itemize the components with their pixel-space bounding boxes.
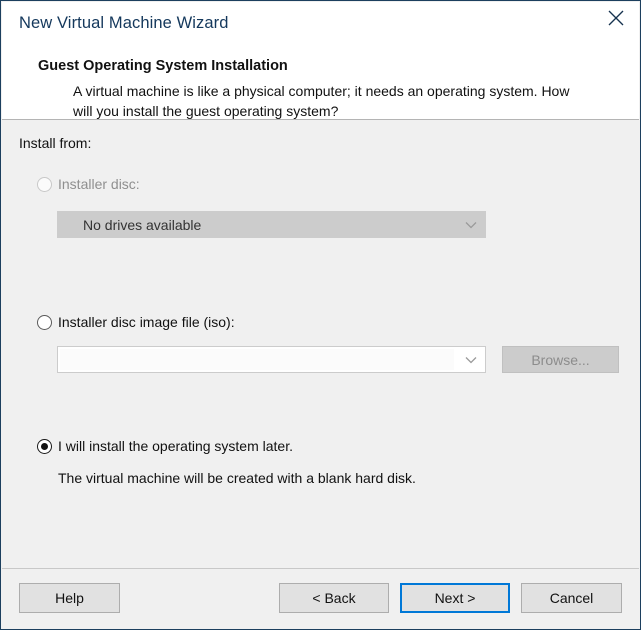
radio-label-install-later: I will install the operating system late… — [58, 438, 293, 454]
close-icon[interactable] — [593, 2, 639, 34]
radio-mark-install-later — [37, 438, 52, 454]
iso-path-input[interactable] — [60, 349, 454, 370]
installer-disc-dropdown: No drives available — [57, 211, 486, 238]
chevron-down-icon — [457, 212, 485, 237]
next-button[interactable]: Next > — [400, 583, 510, 613]
page-heading: Guest Operating System Installation — [38, 58, 288, 74]
page-description: A virtual machine is like a physical com… — [73, 83, 570, 119]
body-panel: Install from: Installer disc: No drives … — [2, 120, 639, 569]
new-virtual-machine-wizard-window: New Virtual Machine Wizard Guest Operati… — [0, 0, 641, 630]
radio-mark-installer-disc-image — [37, 314, 52, 330]
window-title: New Virtual Machine Wizard — [19, 14, 229, 32]
iso-path-dropdown[interactable] — [57, 346, 486, 373]
install-later-note: The virtual machine will be created with… — [58, 470, 416, 486]
installer-disc-dropdown-value: No drives available — [83, 216, 202, 233]
radio-install-later[interactable]: I will install the operating system late… — [37, 438, 293, 454]
browse-button: Browse... — [502, 346, 619, 373]
button-bar: Help < Back Next > Cancel — [2, 568, 639, 628]
install-from-label: Install from: — [19, 135, 92, 151]
chevron-down-icon[interactable] — [457, 347, 485, 372]
radio-installer-disc[interactable]: Installer disc: — [37, 176, 140, 192]
title-bar: New Virtual Machine Wizard Guest Operati… — [2, 2, 639, 120]
help-button[interactable]: Help — [19, 583, 120, 613]
radio-installer-disc-image[interactable]: Installer disc image file (iso): — [37, 314, 235, 330]
radio-mark-installer-disc — [37, 176, 52, 192]
cancel-button[interactable]: Cancel — [521, 583, 622, 613]
radio-label-installer-disc: Installer disc: — [58, 176, 140, 192]
back-button[interactable]: < Back — [279, 583, 389, 613]
radio-label-installer-disc-image: Installer disc image file (iso): — [58, 314, 235, 330]
